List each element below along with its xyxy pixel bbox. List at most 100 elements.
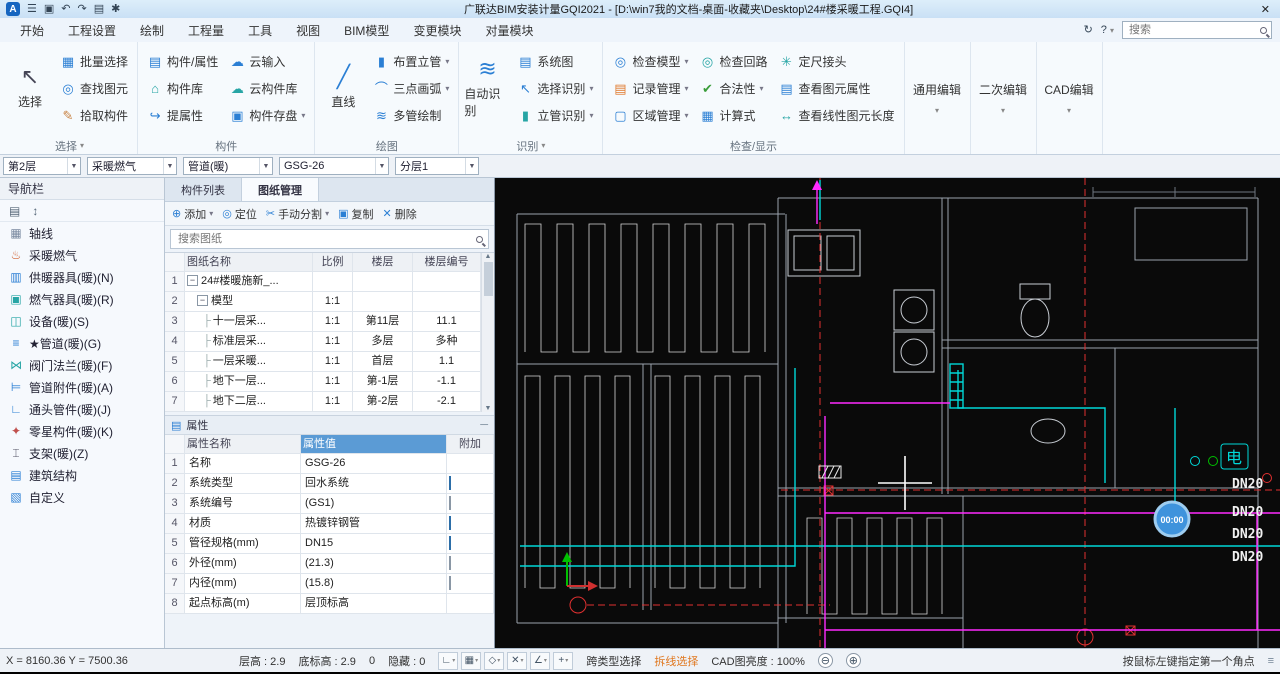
floor-combobox[interactable]: 第2层 ▼ [3, 157, 81, 175]
element-type-combobox[interactable]: 管道(暖) ▼ [183, 157, 273, 175]
sheet-tool-button[interactable]: ⊕ 添加 ▾ [172, 206, 213, 222]
redo-icon[interactable]: ↷ [78, 3, 87, 15]
ribbon-button[interactable]: ▣ 构件存盘 ▾ [225, 103, 309, 127]
brightness-plus-button[interactable]: ⊕ [845, 653, 861, 668]
property-value[interactable]: (21.3) [301, 554, 446, 573]
ribbon-button[interactable]: ↖ 选择识别 ▾ [513, 76, 597, 100]
property-value[interactable]: (15.8) [301, 574, 446, 593]
sheet-row[interactable]: 3 −├十一层采... 1:1 第11层 11.1 [165, 312, 481, 332]
menu-icon[interactable]: ☰ [27, 3, 37, 15]
ribbon-button[interactable]: ▤ 记录管理 ▾ [608, 76, 692, 100]
ribbon-edit-menu-button[interactable]: CAD编辑 ▾ [1037, 42, 1103, 154]
layers-icon[interactable]: ▤ [94, 3, 104, 15]
attach-checkbox[interactable] [449, 536, 451, 550]
ribbon-button[interactable]: ▦ 计算式 ▾ [695, 103, 771, 127]
sheet-tool-button[interactable]: ▣ 复制 ▾ [338, 206, 373, 222]
line-tool-button[interactable]: ╱ 直线 [320, 44, 366, 132]
brightness-minus-button[interactable]: ⊖ [817, 653, 833, 668]
sync-icon[interactable]: ↻ [1084, 24, 1093, 36]
attach-checkbox[interactable] [449, 476, 451, 490]
property-row[interactable]: 6 外径(mm) (21.3) [165, 554, 494, 574]
close-button[interactable]: ✕ [1257, 3, 1274, 16]
ribbon-button[interactable]: ✳ 定尺接头 ▾ [775, 49, 899, 73]
nav-item[interactable]: ▦ 轴线 [0, 222, 164, 244]
ribbon-button[interactable]: ↔ 查看线性图元长度 ▾ [775, 103, 899, 127]
property-row[interactable]: 3 系统编号 (GS1) [165, 494, 494, 514]
specialty-combobox[interactable]: 采暖燃气 ▼ [87, 157, 177, 175]
nav-sort-icon[interactable]: ↕ [32, 204, 38, 218]
status-tool-button[interactable]: ∠ ▾ [530, 651, 551, 670]
nav-item[interactable]: ▣ 燃气器具(暖)(R) [0, 288, 164, 310]
ribbon-tab[interactable]: 变更模块 [401, 18, 473, 42]
sheet-row[interactable]: 7 −├地下二层... 1:1 第-2层 -2.1 [165, 392, 481, 412]
sheet-search-input[interactable] [176, 232, 472, 246]
ribbon-group-label[interactable]: 识别 ▾ [464, 137, 597, 154]
ribbon-tab[interactable]: 工程设置 [56, 18, 128, 42]
nav-item[interactable]: ♨ 采暖燃气 [0, 244, 164, 266]
attach-checkbox[interactable] [449, 516, 451, 530]
select-tool-button[interactable]: ↖ 选择 [7, 44, 53, 132]
tab-drawing-manager[interactable]: 图纸管理 [241, 178, 319, 201]
property-value[interactable]: DN15 [301, 534, 446, 553]
save-icon[interactable]: ▣ [44, 3, 54, 15]
properties-header[interactable]: ▤ 属性 ─ [165, 415, 494, 435]
ribbon-button[interactable]: ▮ 立管识别 ▾ [513, 103, 597, 127]
property-value[interactable]: 层顶标高 [301, 594, 446, 613]
ribbon-edit-menu-button[interactable]: 二次编辑 ▾ [971, 42, 1037, 154]
undo-icon[interactable]: ↶ [61, 3, 70, 15]
ribbon-group-label[interactable]: 选择 ▾ [7, 137, 132, 154]
layer-combobox[interactable]: 分层1 ▼ [395, 157, 479, 175]
cad-canvas[interactable]: 电 DN20 DN20 DN20 DN20 00:00 [495, 178, 1280, 648]
ribbon-button[interactable]: ↪ 提属性 ▾ [143, 103, 222, 127]
property-value[interactable]: GSG-26 [301, 454, 446, 473]
nav-item[interactable]: ∟ 通头管件(暖)(J) [0, 398, 164, 420]
ribbon-tab[interactable]: 对量模块 [473, 18, 545, 42]
ribbon-button[interactable]: ◎ 检查模型 ▾ [608, 49, 692, 73]
cross-type-select-toggle[interactable]: 跨类型选择 [586, 653, 641, 669]
help-button[interactable]: ? ▾ [1101, 24, 1114, 36]
nav-item[interactable]: ≡ ★管道(暖)(G) [0, 332, 164, 354]
sheet-row[interactable]: 6 −├地下一层... 1:1 第-1层 -1.1 [165, 372, 481, 392]
ribbon-tab[interactable]: 工程量 [176, 18, 236, 42]
sheet-row[interactable]: 5 −├一层采暖... 1:1 首层 1.1 [165, 352, 481, 372]
nav-item[interactable]: ⋈ 阀门法兰(暖)(F) [0, 354, 164, 376]
search-icon[interactable] [476, 235, 483, 243]
ribbon-tab[interactable]: 工具 [236, 18, 284, 42]
attach-checkbox[interactable] [449, 496, 451, 510]
search-icon[interactable] [1260, 26, 1267, 34]
property-value[interactable]: 热镀锌钢管 [301, 514, 446, 533]
nav-item[interactable]: ✦ 零星构件(暖)(K) [0, 420, 164, 442]
ribbon-button[interactable]: ≋ 多管绘制 ▾ [369, 103, 453, 127]
collapse-icon[interactable]: ─ [480, 419, 488, 431]
ribbon-search-input[interactable] [1127, 23, 1256, 37]
ribbon-button[interactable]: ▤ 构件/属性 ▾ [143, 49, 222, 73]
sheet-row[interactable]: 1 −├24#楼暖施新_... [165, 272, 481, 292]
sheet-tool-button[interactable]: ✂ 手动分割 ▾ [266, 206, 329, 222]
property-value[interactable]: 回水系统 [301, 474, 446, 493]
status-tool-button[interactable]: ∟ ▾ [438, 651, 459, 670]
property-value[interactable]: (GS1) [301, 494, 446, 513]
ribbon-tab[interactable]: 绘制 [128, 18, 176, 42]
nav-item[interactable]: ▤ 建筑结构 [0, 464, 164, 486]
nav-item[interactable]: ⌶ 支架(暖)(Z) [0, 442, 164, 464]
property-row[interactable]: 2 系统类型 回水系统 [165, 474, 494, 494]
attach-checkbox[interactable] [449, 556, 451, 570]
settings-icon[interactable]: ✱ [111, 3, 120, 15]
ribbon-button[interactable]: ☁ 云构件库 ▾ [225, 76, 309, 100]
ribbon-button[interactable]: ☁ 云输入 ▾ [225, 49, 309, 73]
polyline-select-toggle[interactable]: 拆线选择 [654, 653, 698, 669]
status-tool-button[interactable]: + ▾ [553, 651, 574, 670]
property-row[interactable]: 8 起点标高(m) 层顶标高 [165, 594, 494, 614]
ribbon-button[interactable]: ◎ 查找图元 ▾ [56, 76, 132, 100]
sheet-tool-button[interactable]: ✕ 删除 ▾ [382, 206, 416, 222]
ribbon-button[interactable]: ◎ 检查回路 ▾ [695, 49, 771, 73]
nav-list-icon[interactable]: ▤ [9, 204, 20, 218]
sheet-row[interactable]: 4 −├标准层采... 1:1 多层 多种 [165, 332, 481, 352]
sheet-row[interactable]: 2 −├模型 1:1 [165, 292, 481, 312]
ribbon-button[interactable]: ▦ 批量选择 ▾ [56, 49, 132, 73]
ribbon-button[interactable]: ▢ 区域管理 ▾ [608, 103, 692, 127]
ribbon-button[interactable]: ⌂ 构件库 ▾ [143, 76, 222, 100]
ribbon-tab[interactable]: 开始 [8, 18, 56, 42]
status-tool-button[interactable]: ◇ ▾ [484, 651, 505, 670]
status-tool-button[interactable]: ✕ ▾ [507, 651, 528, 670]
